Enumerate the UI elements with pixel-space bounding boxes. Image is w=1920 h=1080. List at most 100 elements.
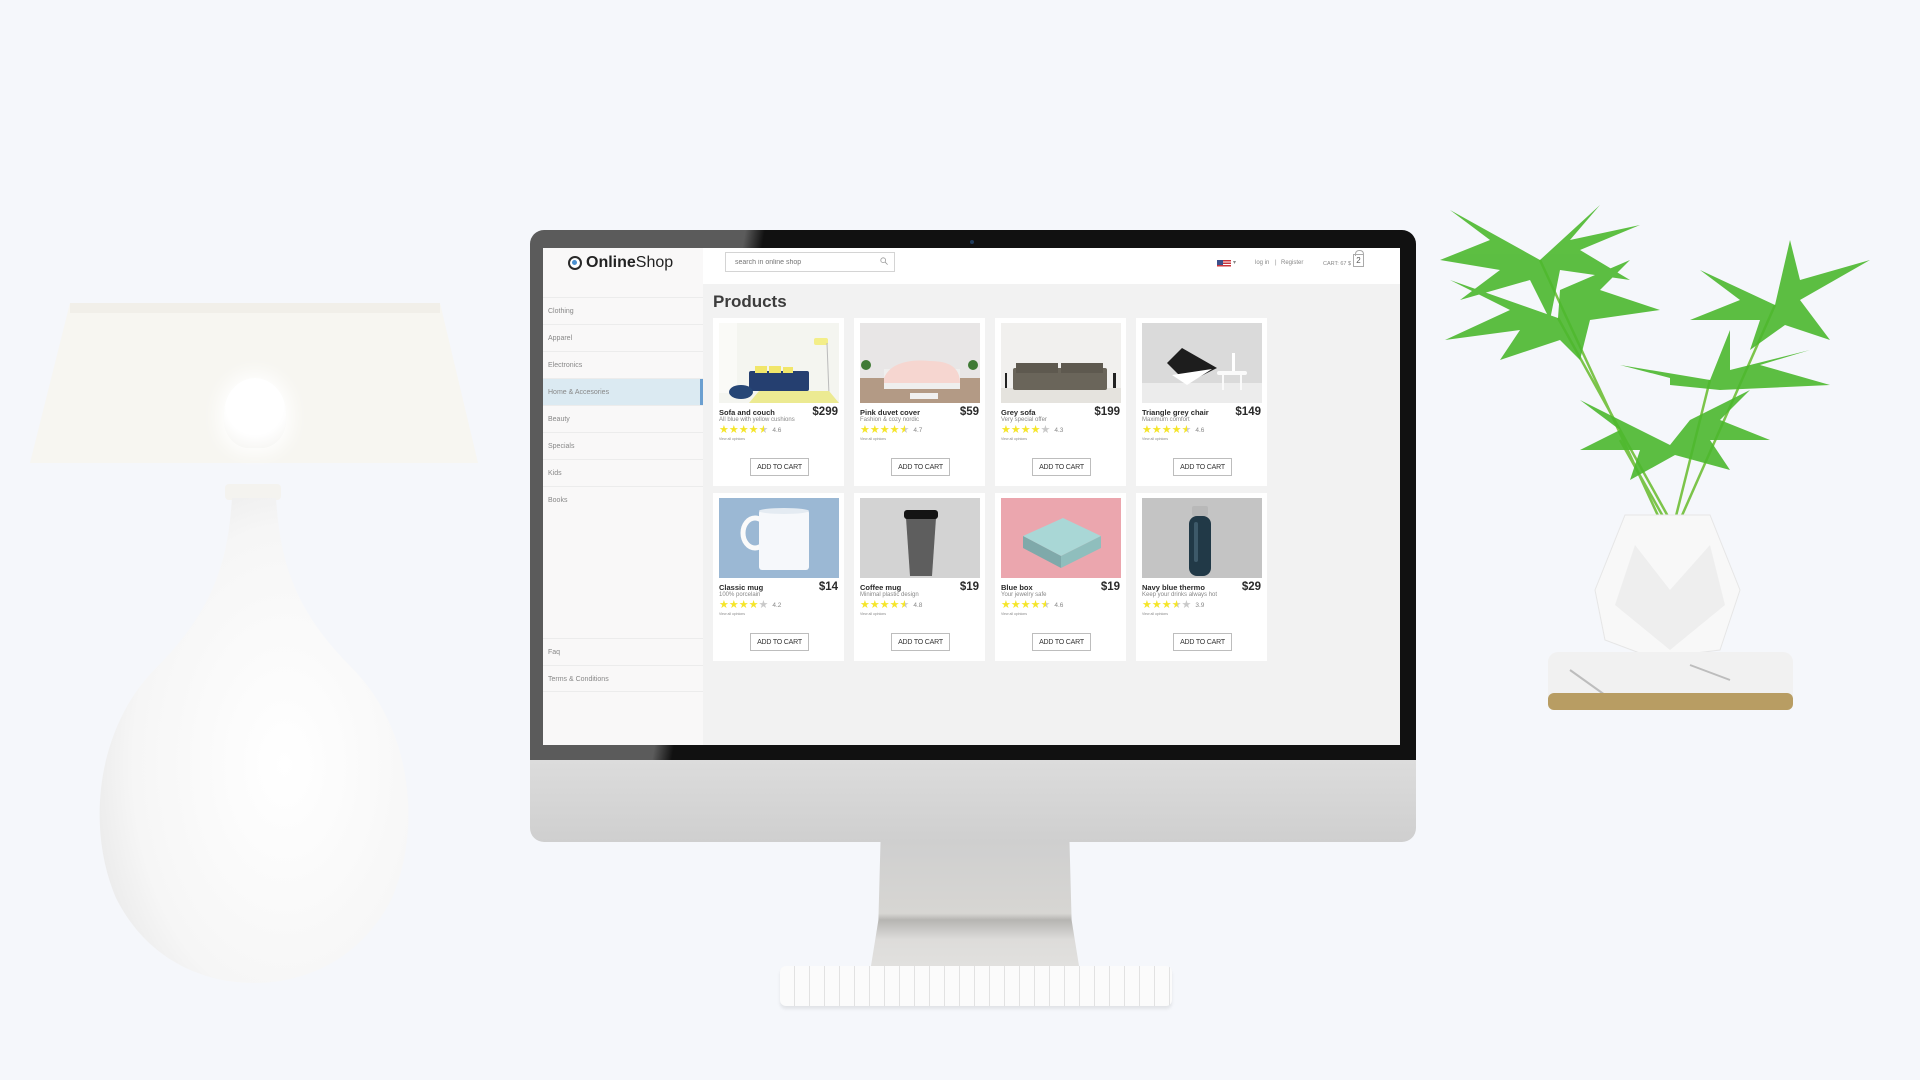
product-price: $149	[1235, 406, 1261, 418]
add-to-cart-button[interactable]: ADD TO CART	[891, 458, 950, 476]
shop-screen: OnlineShop Clothing Apparel Electronics …	[543, 248, 1400, 745]
star-icon: ★	[1161, 424, 1172, 436]
coffee-cup-image[interactable]	[860, 498, 980, 578]
star-icon: ★	[738, 599, 749, 611]
shopping-bag-icon[interactable]: 2	[1353, 250, 1364, 267]
page-title: Products	[713, 292, 787, 311]
star-icon: ★	[728, 599, 739, 611]
product-name[interactable]: Coffee mug	[860, 583, 901, 592]
star-icon: ★	[748, 599, 759, 611]
product-name[interactable]: Triangle grey chair	[1142, 408, 1209, 417]
sidebar-item-specials[interactable]: Specials	[543, 432, 703, 459]
box-image[interactable]	[1001, 498, 1121, 578]
product-name[interactable]: Navy blue thermo	[1142, 583, 1205, 592]
star-icon: ★	[1181, 424, 1192, 436]
star-icon: ★	[860, 424, 870, 436]
star-icon: ★	[1010, 599, 1021, 611]
camera-icon	[970, 240, 974, 244]
sidebar-item-clothing[interactable]: Clothing	[543, 297, 703, 324]
rating-value: 4.6	[1195, 427, 1205, 434]
top-bar: ▾ log in | Register CART: 67 $ 2	[703, 248, 1400, 284]
view-opinions-link[interactable]: View all opinions	[1001, 612, 1027, 616]
view-opinions-link[interactable]: View all opinions	[860, 437, 886, 441]
product-card: Sofa and couch $299 All blue with yellow…	[713, 318, 844, 486]
product-description: Very special offer	[1001, 417, 1047, 423]
sidebar-item-apparel[interactable]: Apparel	[543, 324, 703, 351]
rating-stars: ★ ★ ★ ★ ★ 4.7	[860, 425, 922, 436]
search-input[interactable]	[733, 257, 877, 267]
star-icon: ★	[719, 599, 729, 611]
monitor-chin	[530, 760, 1416, 842]
mug-image[interactable]	[719, 498, 839, 578]
rating-stars: ★ ★ ★ ★ ★ 4.6	[719, 425, 781, 436]
star-icon: ★	[1020, 599, 1031, 611]
product-name[interactable]: Pink duvet cover	[860, 408, 920, 417]
product-card: Blue box $19 Your jewelry safe ★ ★ ★ ★ ★ 4.6 …	[995, 493, 1126, 661]
product-name[interactable]: Sofa and couch	[719, 408, 775, 417]
view-opinions-link[interactable]: View all opinions	[1142, 437, 1168, 441]
product-card: Pink duvet cover $59 Fashion & cozy nord…	[854, 318, 985, 486]
rating-stars: ★ ★ ★ ★ ★ 4.3	[1001, 425, 1063, 436]
star-icon: ★	[1030, 424, 1041, 436]
add-to-cart-button[interactable]: ADD TO CART	[750, 458, 809, 476]
sidebar-item-terms[interactable]: Terms & Conditions	[543, 665, 703, 692]
view-opinions-link[interactable]: View all opinions	[860, 612, 886, 616]
add-to-cart-button[interactable]: ADD TO CART	[1032, 458, 1091, 476]
star-icon: ★	[1040, 424, 1051, 436]
rating-value: 4.3	[1054, 427, 1064, 434]
sidebar-item-faq[interactable]: Faq	[543, 638, 703, 665]
star-icon: ★	[860, 599, 870, 611]
product-price: $29	[1241, 581, 1261, 593]
logo[interactable]: OnlineShop	[568, 254, 673, 272]
monitor-stand	[870, 842, 1080, 972]
product-price: $59	[959, 406, 979, 418]
view-opinions-link[interactable]: View all opinions	[1001, 437, 1027, 441]
grey-sofa-image[interactable]	[1001, 323, 1121, 403]
search-icon[interactable]	[880, 257, 888, 265]
sidebar-item-books[interactable]: Books	[543, 486, 703, 513]
cart-total[interactable]: CART: 67 $	[1323, 261, 1351, 267]
thermo-image[interactable]	[1142, 498, 1262, 578]
rating-stars: ★ ★ ★ ★ ★ 3.9	[1142, 600, 1204, 611]
product-card: Triangle grey chair $149 Maximum comfort…	[1136, 318, 1267, 486]
us-flag-icon[interactable]	[1217, 260, 1231, 268]
product-name[interactable]: Grey sofa	[1001, 408, 1036, 417]
star-icon: ★	[879, 424, 890, 436]
star-icon: ★	[1142, 599, 1152, 611]
star-icon: ★	[1151, 599, 1162, 611]
view-opinions-link[interactable]: View all opinions	[719, 437, 745, 441]
product-description: All blue with yellow cushions	[719, 417, 795, 423]
star-icon: ★	[1001, 599, 1011, 611]
logo-text-bold: Online	[586, 254, 636, 271]
potted-plant	[1440, 205, 1870, 710]
sidebar-item-kids[interactable]: Kids	[543, 459, 703, 486]
star-icon: ★	[1020, 424, 1031, 436]
rating-stars: ★ ★ ★ ★ ★ 4.8	[860, 600, 922, 611]
product-name[interactable]: Classic mug	[719, 583, 763, 592]
add-to-cart-button[interactable]: ADD TO CART	[1173, 633, 1232, 651]
register-link[interactable]: Register	[1281, 260, 1303, 266]
rating-value: 4.2	[772, 602, 782, 609]
add-to-cart-button[interactable]: ADD TO CART	[1032, 633, 1091, 651]
sidebar-item-electronics[interactable]: Electronics	[543, 351, 703, 378]
star-icon: ★	[1161, 599, 1172, 611]
star-icon: ★	[738, 424, 749, 436]
star-icon: ★	[879, 599, 890, 611]
chair-image[interactable]	[1142, 323, 1262, 403]
login-link[interactable]: log in	[1255, 260, 1269, 266]
view-opinions-link[interactable]: View all opinions	[1142, 612, 1168, 616]
sidebar-item-home-accessories[interactable]: Home & Accesories	[543, 378, 703, 405]
sidebar: OnlineShop Clothing Apparel Electronics …	[543, 248, 703, 745]
add-to-cart-button[interactable]: ADD TO CART	[891, 633, 950, 651]
bed-image[interactable]	[860, 323, 980, 403]
product-name[interactable]: Blue box	[1001, 583, 1033, 592]
chevron-down-icon[interactable]: ▾	[1233, 259, 1236, 266]
star-icon: ★	[1181, 599, 1192, 611]
sidebar-item-beauty[interactable]: Beauty	[543, 405, 703, 432]
view-opinions-link[interactable]: View all opinions	[719, 612, 745, 616]
star-icon: ★	[1040, 599, 1051, 611]
add-to-cart-button[interactable]: ADD TO CART	[1173, 458, 1232, 476]
add-to-cart-button[interactable]: ADD TO CART	[750, 633, 809, 651]
sofa-image[interactable]	[719, 323, 839, 403]
product-description: Minimal plastic design	[860, 592, 919, 598]
